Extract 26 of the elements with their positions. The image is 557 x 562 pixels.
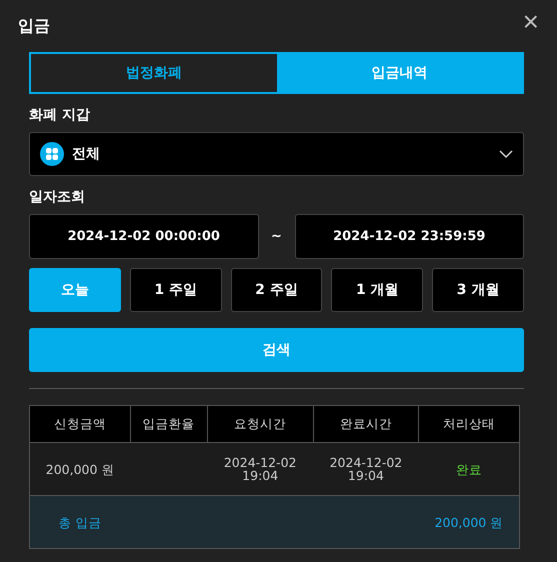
date-field[interactable]: 2024-12-02 23:59:59 [294, 214, 524, 259]
date-field[interactable]: 2024-12-02 00:00:00 [29, 214, 258, 259]
window-title: 입금 [18, 16, 50, 36]
caret-icon [499, 149, 513, 159]
close-button[interactable]: × [522, 10, 539, 34]
range-separator: ~ [270, 229, 283, 244]
total-value: 200,000 원 [418, 496, 520, 548]
column-header: 요청시간 [207, 406, 314, 442]
period-button[interactable]: 1 주일 [130, 268, 222, 312]
period-button[interactable]: 3 개월 [432, 268, 524, 312]
total-label: 총 입금 [30, 496, 130, 548]
wallet-dropdown[interactable]: 전체 [29, 132, 524, 176]
period-button[interactable]: 1 개월 [331, 268, 424, 312]
column-header: 완료시간 [313, 406, 419, 442]
dropdown-value: 전체 [72, 145, 101, 163]
field-label: 일자조회 [29, 188, 86, 206]
table-cell: 2024-12-02 19:04 [207, 442, 314, 496]
status-cell: 완료 [418, 442, 520, 496]
column-header: 신청금액 [30, 406, 130, 442]
grid-icon [40, 142, 64, 166]
field-label: 화폐 지갑 [29, 106, 91, 124]
column-header: 처리상태 [418, 406, 520, 442]
column-header: 입금환율 [130, 406, 208, 442]
table-cell: 200,000 원 [30, 442, 130, 496]
table-cell: 2024-12-02 19:04 [313, 442, 419, 496]
period-button[interactable]: 2 주일 [230, 268, 322, 312]
